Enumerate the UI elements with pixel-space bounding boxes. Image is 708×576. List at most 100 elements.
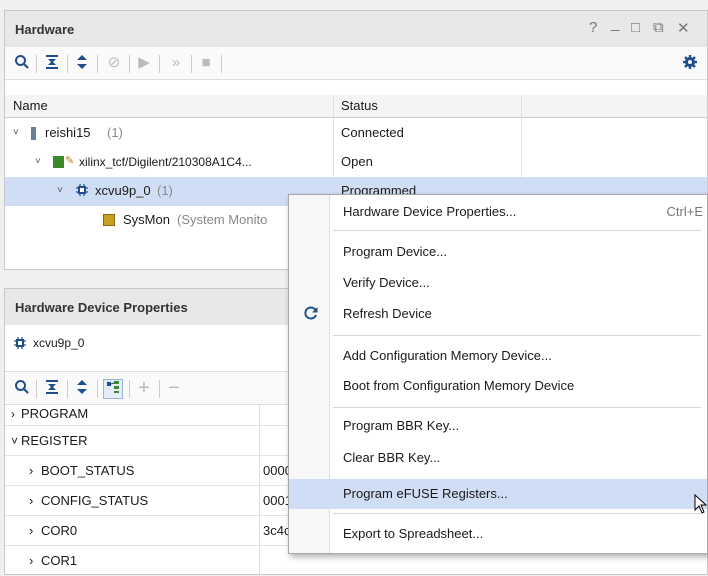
tree-row-target[interactable]: ˅ ✎ xilinx_tcf/Digilent/210308A1C4... Op… [5,148,707,177]
menu-item-boot-from-config-memory[interactable]: Boot from Configuration Memory Device [289,371,707,401]
property-name: REGISTER [21,433,88,448]
toolbar-separator [36,380,37,398]
menu-item-label: Hardware Device Properties... [343,204,517,219]
hardware-panel-title: Hardware [15,22,75,37]
menu-separator [333,230,701,231]
menu-item-program-efuse-registers[interactable]: Program eFUSE Registers... [289,479,707,509]
toolbar-separator [97,380,98,398]
tree-item-count: (1) [157,183,173,198]
toolbar-separator [129,55,130,73]
hardware-panel-header: Hardware ? _ □ ⧉ ✕ [5,11,707,48]
menu-item-shortcut: Ctrl+E [666,204,703,219]
toolbar-separator [191,55,192,73]
menu-item-label: Program Device... [343,244,448,259]
maximize-icon[interactable]: □ [631,19,640,36]
collapse-all-icon[interactable] [43,54,61,72]
minimize-icon[interactable]: _ [611,15,619,32]
menu-item-refresh-device[interactable]: Refresh Device [289,299,707,329]
menu-item-label: Program eFUSE Registers... [343,486,508,501]
refresh-icon [303,305,319,324]
mouse-cursor-icon [694,493,708,517]
tree-item-label: xilinx_tcf/Digilent/210308A1C4... [79,155,252,169]
tree-item-status: Open [341,154,373,169]
property-name: CONFIG_STATUS [41,493,149,508]
tree-item-count: (1) [107,125,123,140]
property-expand[interactable]: ˅ [11,430,18,452]
expand-all-icon[interactable] [73,54,91,72]
property-expand[interactable]: › [11,403,15,425]
tree-item-status: Connected [341,125,404,140]
tree-item-label: reishi15 [45,125,91,140]
menu-separator [333,407,701,408]
property-expand[interactable]: › [29,550,33,572]
add-icon[interactable]: + [135,378,153,398]
column-name[interactable]: Name [13,95,48,117]
toolbar-separator [97,55,98,73]
menu-item-program-bbr-key[interactable]: Program BBR Key... [289,411,707,441]
hardware-toolbar: ⊘ ▶ » ■ [5,47,707,80]
search-icon[interactable] [13,379,31,397]
properties-panel-title: Hardware Device Properties [15,300,188,315]
menu-item-hardware-device-properties[interactable]: Hardware Device Properties... Ctrl+E [289,197,707,227]
menu-item-label: Refresh Device [343,306,432,321]
menu-item-clear-bbr-key[interactable]: Clear BBR Key... [289,443,707,473]
menu-item-export-to-spreadsheet[interactable]: Export to Spreadsheet... [289,519,707,549]
property-value: 0001 [263,493,291,508]
close-icon[interactable]: ✕ [677,19,690,37]
float-icon[interactable]: ⧉ [653,19,664,36]
gear-icon[interactable] [681,54,699,72]
stop-icon[interactable]: ■ [197,54,215,72]
run-icon[interactable]: ▶ [135,54,153,72]
hardware-column-header: Name Status [5,95,707,118]
device-name: xcvu9p_0 [33,336,85,350]
property-value: 3c4c [263,523,291,538]
tree-item-label: SysMon [123,212,170,227]
menu-separator [333,513,701,514]
property-name: COR0 [41,523,78,538]
menu-item-label: Export to Spreadsheet... [343,526,484,541]
property-value: 0000 [263,463,291,478]
group-by-category-icon[interactable] [103,379,123,399]
property-expand[interactable]: › [29,460,33,482]
help-icon[interactable]: ? [589,19,597,36]
chevron-down-icon[interactable]: ˅ [35,156,41,167]
tree-item-suffix: (System Monito [177,212,268,227]
toolbar-separator [67,380,68,398]
menu-item-label: Boot from Configuration Memory Device [343,378,575,393]
chip-icon [75,183,89,200]
link-icon: ✎ [65,155,75,167]
fast-forward-icon[interactable]: » [167,54,185,72]
tree-row-server[interactable]: ˅ reishi15 (1) Connected [5,119,707,148]
remove-icon[interactable]: − [165,378,183,398]
auto-connect-icon[interactable]: ⊘ [105,54,123,72]
menu-item-label: Verify Device... [343,275,430,290]
chevron-down-icon[interactable]: ˅ [13,127,19,138]
menu-item-program-device[interactable]: Program Device... [289,237,707,267]
chevron-down-icon[interactable]: ˅ [57,185,63,196]
collapse-all-icon[interactable] [43,379,61,397]
toolbar-separator [159,55,160,73]
chip-icon [13,336,27,353]
toolbar-separator [129,380,130,398]
column-status[interactable]: Status [341,95,378,117]
search-icon[interactable] [13,54,31,72]
property-expand[interactable]: › [29,520,33,542]
sysmon-icon [103,214,115,226]
tree-item-label: xcvu9p_0 [95,183,151,198]
toolbar-separator [221,55,222,73]
property-expand[interactable]: › [29,490,33,512]
server-icon [31,127,36,140]
expand-all-icon[interactable] [73,379,91,397]
menu-item-verify-device[interactable]: Verify Device... [289,268,707,298]
menu-separator [333,335,701,336]
toolbar-separator [67,55,68,73]
property-name: PROGRAM [21,406,89,421]
property-name: BOOT_STATUS [41,463,135,478]
board-icon [53,156,64,168]
context-menu: Hardware Device Properties... Ctrl+E Pro… [288,194,708,554]
toolbar-separator [159,380,160,398]
menu-item-label: Clear BBR Key... [343,450,441,465]
menu-item-label: Program BBR Key... [343,418,460,433]
menu-item-add-config-memory[interactable]: Add Configuration Memory Device... [289,341,707,371]
menu-item-label: Add Configuration Memory Device... [343,348,552,363]
